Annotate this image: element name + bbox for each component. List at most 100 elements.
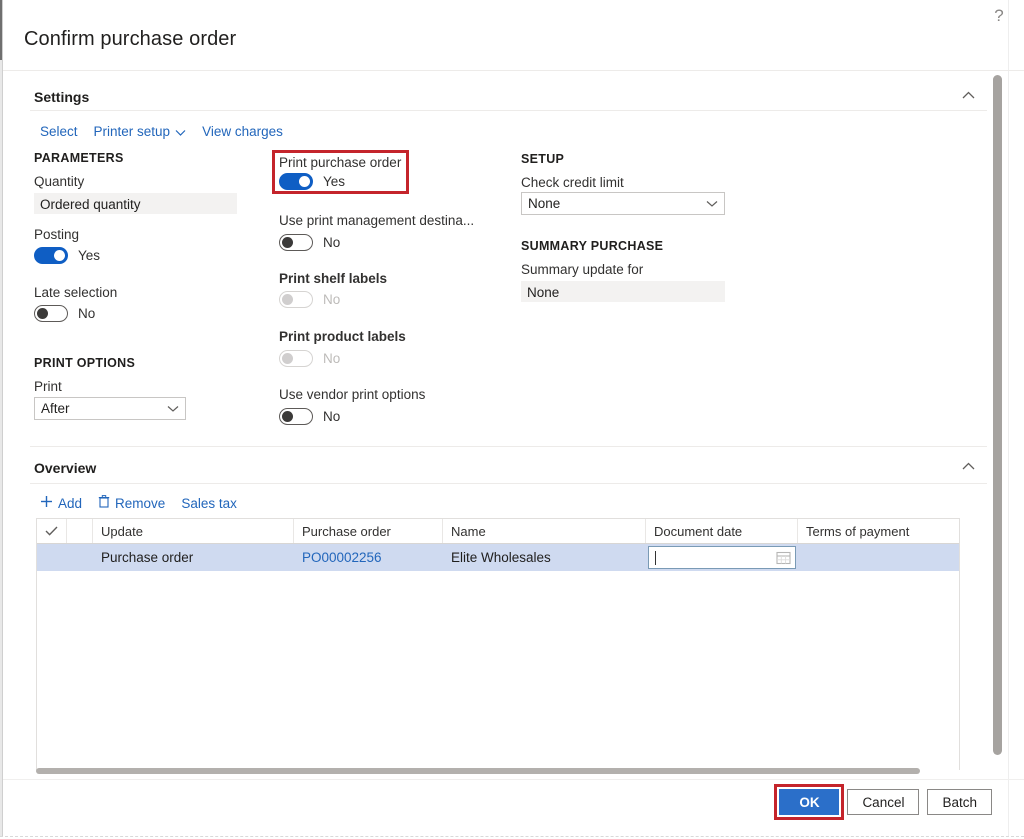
view-charges-link-label: View charges	[202, 123, 283, 139]
sales-tax-button[interactable]: Sales tax	[173, 496, 245, 511]
use-vendor-print-options-toggle[interactable]	[279, 408, 313, 425]
overview-command-bar: Add Remove Sales tax	[36, 492, 245, 514]
printer-setup-link-label: Printer setup	[93, 123, 171, 139]
select-link[interactable]: Select	[36, 124, 86, 139]
use-print-management-toggle[interactable]	[279, 234, 313, 251]
print-purchase-order-toggle-value: Yes	[323, 174, 346, 189]
footer-divider	[3, 779, 1024, 780]
settings-section-heading: Settings	[34, 89, 90, 105]
select-all-checkmark-icon[interactable]	[37, 519, 67, 543]
table-row[interactable]: Purchase order PO00002256 Elite Wholesal…	[37, 544, 959, 571]
settings-command-bar: Select Printer setup View charges	[36, 120, 291, 142]
overview-section-heading: Overview	[34, 460, 97, 476]
overview-divider	[30, 483, 987, 484]
text-caret	[655, 550, 656, 565]
grid-horizontal-scrollbar[interactable]	[36, 768, 920, 774]
use-print-management-toggle-value: No	[323, 235, 341, 250]
use-print-management-toggle-row: No	[279, 234, 340, 251]
trash-icon	[98, 495, 110, 511]
summary-purchase-group-title: SUMMARY PURCHASE	[521, 239, 664, 253]
use-vendor-print-options-toggle-row: No	[279, 408, 340, 425]
grid-header-name[interactable]: Name	[443, 519, 646, 543]
ok-button[interactable]: OK	[779, 789, 840, 815]
summary-update-for-field[interactable]: None	[521, 281, 725, 302]
chevron-down-icon	[175, 124, 186, 139]
print-options-group-title: PRINT OPTIONS	[34, 356, 136, 370]
print-product-labels-toggle	[279, 350, 313, 367]
chevron-down-icon	[167, 405, 179, 412]
grid-header-terms-of-payment[interactable]: Terms of payment	[798, 519, 958, 543]
check-credit-limit-value: None	[528, 196, 561, 211]
print-shelf-labels-toggle-row: No	[279, 291, 340, 308]
check-credit-limit-select[interactable]: None	[521, 192, 725, 215]
print-product-labels-toggle-row: No	[279, 350, 340, 367]
late-selection-toggle-value: No	[78, 306, 96, 321]
row-update-cell[interactable]: Purchase order	[93, 544, 294, 571]
window-right-edge	[1008, 0, 1024, 839]
row-terms-of-payment-cell[interactable]	[798, 544, 958, 571]
posting-toggle-value: Yes	[78, 248, 101, 263]
parameters-group-title: PARAMETERS	[34, 151, 124, 165]
print-select-value: After	[41, 401, 70, 416]
dialog-scrollbar-thumb[interactable]	[993, 75, 1002, 755]
calendar-icon[interactable]	[776, 550, 791, 568]
cancel-button[interactable]: Cancel	[847, 789, 920, 815]
printer-setup-link[interactable]: Printer setup	[86, 124, 195, 139]
document-date-input[interactable]	[648, 546, 796, 569]
settings-divider	[30, 110, 987, 111]
use-vendor-print-options-label: Use vendor print options	[279, 387, 426, 402]
check-credit-limit-label: Check credit limit	[521, 175, 624, 190]
posting-toggle[interactable]	[34, 247, 68, 264]
row-select-cell[interactable]	[37, 544, 67, 571]
row-purchase-order-cell[interactable]: PO00002256	[294, 544, 443, 571]
header-divider	[3, 70, 1024, 71]
row-indicator-cell	[67, 544, 93, 571]
posting-toggle-row: Yes	[34, 247, 100, 264]
sales-tax-button-label: Sales tax	[181, 495, 237, 511]
row-document-date-cell[interactable]	[646, 544, 798, 571]
summary-update-for-label: Summary update for	[521, 262, 644, 277]
use-print-management-label: Use print management destina...	[279, 213, 475, 228]
grid-header-document-date[interactable]: Document date	[646, 519, 798, 543]
late-selection-toggle[interactable]	[34, 305, 68, 322]
print-shelf-labels-toggle	[279, 291, 313, 308]
overview-top-divider	[30, 446, 987, 447]
settings-collapse-chevron-up-icon[interactable]	[953, 85, 983, 109]
dialog-footer: OK Cancel Batch	[774, 784, 992, 820]
grid-header-purchase-order[interactable]: Purchase order	[294, 519, 443, 543]
plus-icon	[40, 495, 53, 511]
overview-grid: Update Purchase order Name Document date…	[36, 518, 960, 770]
print-shelf-labels-toggle-value: No	[323, 292, 341, 307]
setup-group-title: SETUP	[521, 152, 565, 166]
window-left-edge	[0, 0, 3, 839]
late-selection-toggle-row: No	[34, 305, 95, 322]
ok-button-wrapper: OK	[774, 784, 845, 820]
chevron-down-icon	[706, 200, 718, 207]
window-left-edge-dark	[0, 0, 2, 60]
overview-collapse-chevron-up-icon[interactable]	[953, 456, 983, 480]
late-selection-label: Late selection	[34, 285, 118, 300]
page-title: Confirm purchase order	[24, 28, 237, 50]
select-link-label: Select	[40, 123, 78, 139]
print-purchase-order-label: Print purchase order	[279, 155, 402, 170]
posting-label: Posting	[34, 227, 80, 242]
remove-button[interactable]: Remove	[90, 495, 173, 511]
print-product-labels-toggle-value: No	[323, 351, 341, 366]
help-icon[interactable]: ?	[988, 4, 1010, 28]
print-product-labels-label: Print product labels	[279, 329, 406, 344]
remove-button-label: Remove	[115, 495, 166, 511]
view-charges-link[interactable]: View charges	[194, 124, 291, 139]
print-purchase-order-toggle-row: Yes	[279, 173, 345, 190]
add-button[interactable]: Add	[36, 495, 90, 511]
use-vendor-print-options-toggle-value: No	[323, 409, 341, 424]
print-select[interactable]: After	[34, 397, 186, 420]
print-shelf-labels-label: Print shelf labels	[279, 271, 388, 286]
row-name-cell[interactable]: Elite Wholesales	[443, 544, 646, 571]
print-purchase-order-toggle[interactable]	[279, 173, 313, 190]
grid-header-update[interactable]: Update	[93, 519, 294, 543]
confirm-purchase-order-dialog: ? Confirm purchase order Settings Select…	[0, 0, 1024, 839]
batch-button[interactable]: Batch	[927, 789, 992, 815]
quantity-label: Quantity	[34, 174, 85, 189]
grid-header-row: Update Purchase order Name Document date…	[37, 519, 959, 544]
quantity-field[interactable]: Ordered quantity	[34, 193, 237, 214]
